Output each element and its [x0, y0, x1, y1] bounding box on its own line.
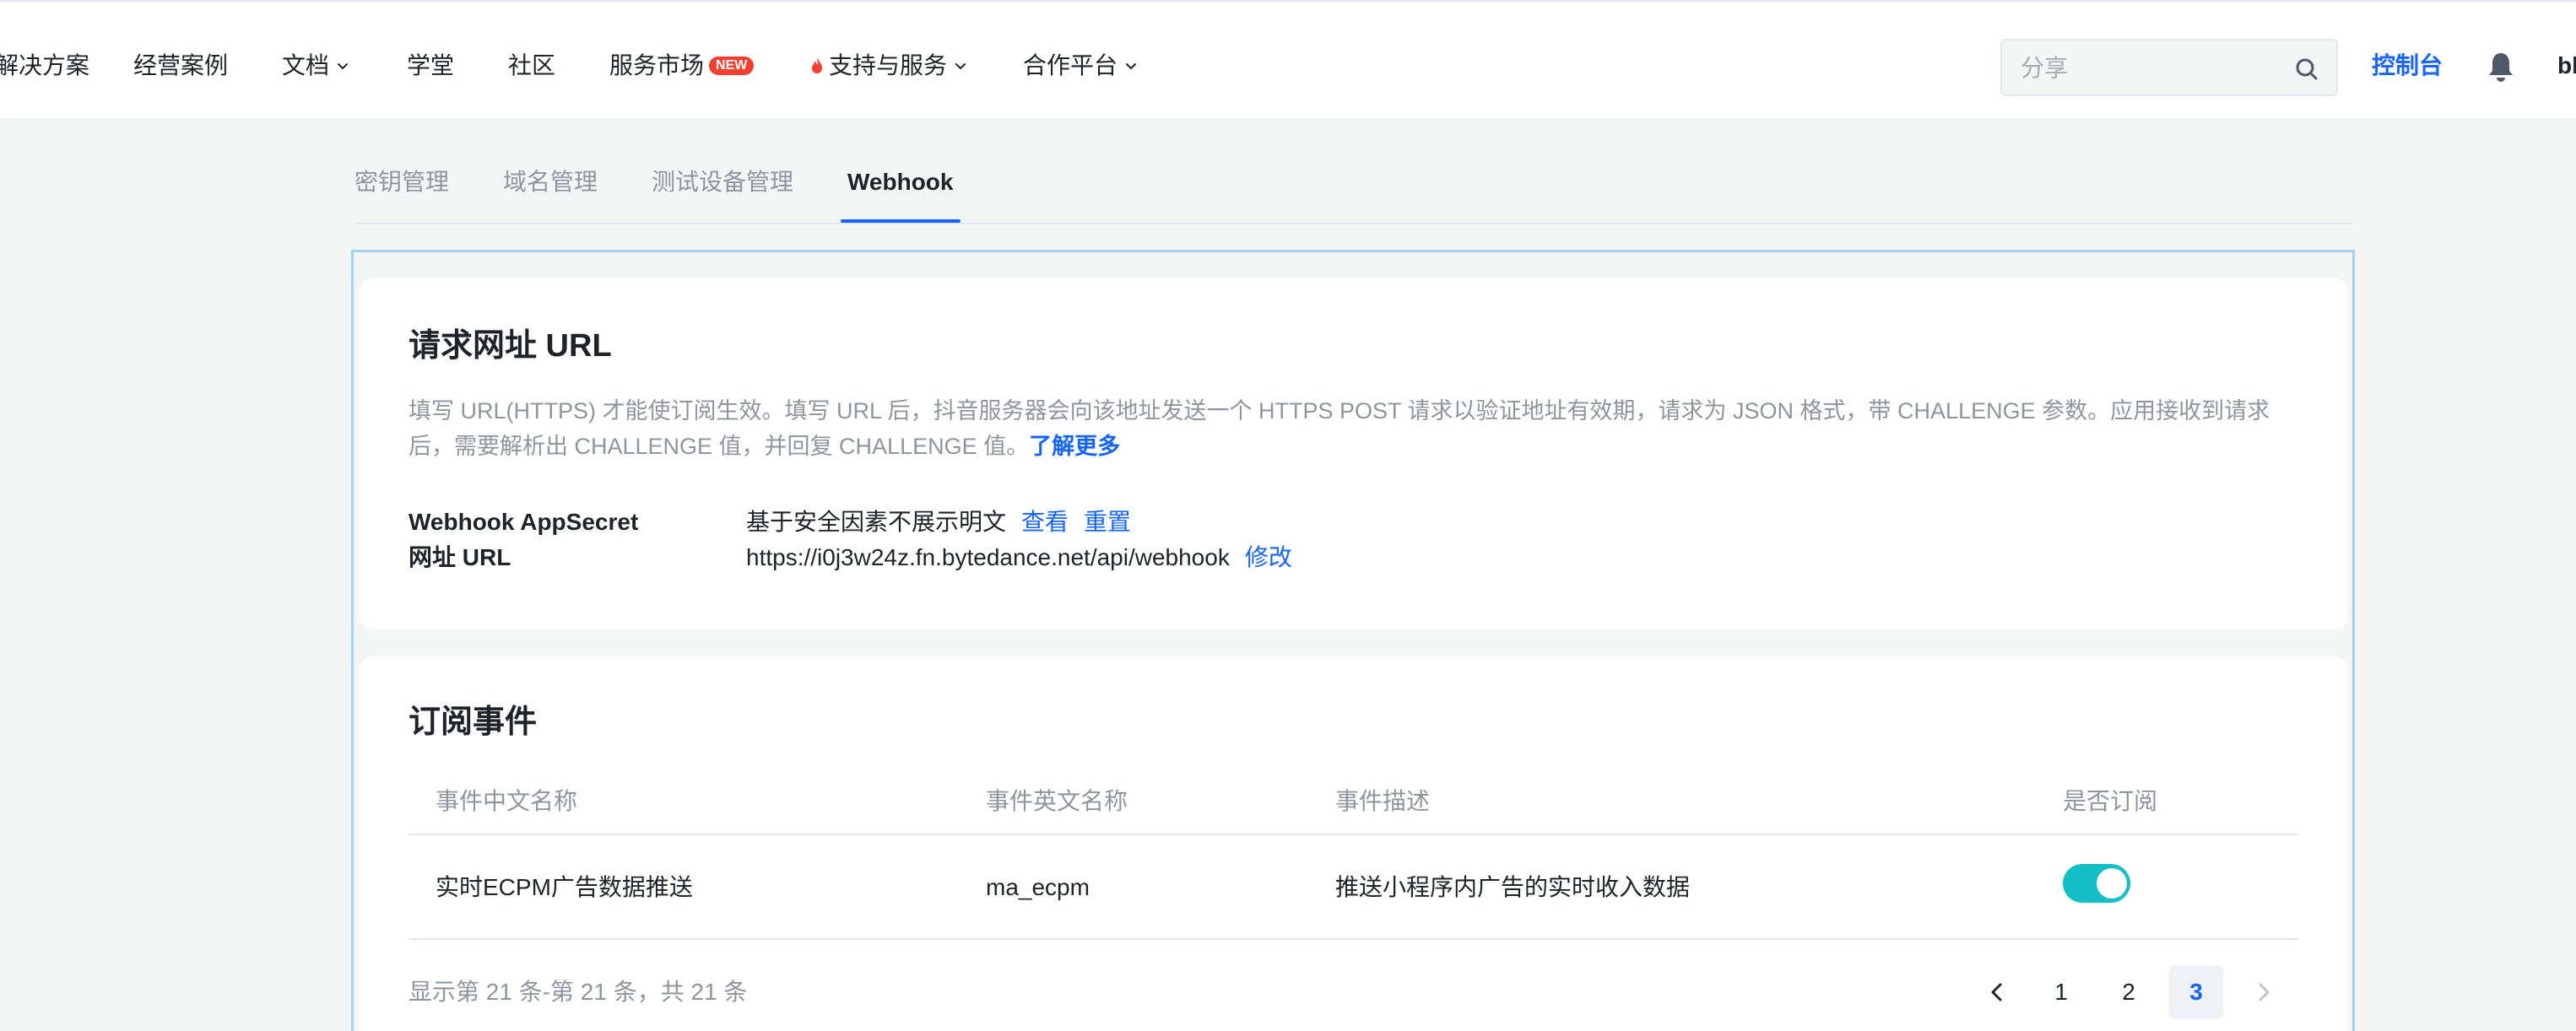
nav-service-market[interactable]: 服务市场 NEW — [609, 49, 755, 83]
nav-service-market-label: 服务市场 — [609, 52, 705, 78]
console-link[interactable]: 控制台 — [2372, 49, 2443, 83]
tab-domain-management[interactable]: 域名管理 — [503, 162, 598, 202]
edit-url-link[interactable]: 修改 — [1245, 540, 1292, 575]
webhook-url-label: 网址 URL — [409, 544, 511, 570]
toggle-knob — [2097, 868, 2127, 899]
nav-academy[interactable]: 学堂 — [407, 49, 454, 83]
nav-business-cases-label: 经营案例 — [133, 52, 229, 78]
top-navigation: 解决方案 经营案例 文档 学堂 社区 服务市场 NEW 支持与服务 合作平台 分… — [0, 0, 2576, 118]
chevron-right-icon — [2259, 983, 2270, 1001]
webhook-url-value: https://i0j3w24z.fn.bytedance.net/api/we… — [746, 544, 1230, 570]
page-2-button[interactable]: 2 — [2102, 965, 2156, 1019]
nav-community-label: 社区 — [508, 52, 556, 78]
appsecret-label: Webhook AppSecret — [409, 509, 639, 535]
request-url-title: 请求网址 URL — [409, 328, 612, 364]
fire-icon — [812, 57, 822, 73]
page-1-button[interactable]: 1 — [2034, 965, 2088, 1019]
nav-docs-label: 文档 — [282, 52, 330, 78]
tab-webhook[interactable]: Webhook — [847, 162, 953, 202]
chevron-down-icon — [338, 63, 349, 69]
view-secret-link[interactable]: 查看 — [1021, 505, 1069, 540]
tab-test-device-management[interactable]: 测试设备管理 — [652, 162, 793, 202]
column-header-cn-name: 事件中文名称 — [436, 788, 578, 814]
search-icon[interactable] — [2293, 56, 2320, 83]
column-header-description: 事件描述 — [1335, 788, 1431, 814]
nav-business-cases[interactable]: 经营案例 — [133, 49, 228, 83]
chevron-left-icon — [1991, 983, 2002, 1001]
nav-solutions[interactable]: 解决方案 — [0, 49, 89, 83]
nav-partner-platform-label: 合作平台 — [1023, 52, 1118, 78]
column-header-en-name: 事件英文名称 — [986, 788, 1128, 814]
pagination-info: 显示第 21 条-第 21 条，共 21 条 — [409, 979, 748, 1005]
appsecret-value-row: 基于安全因素不展示明文 查看 重置 — [746, 505, 1131, 540]
active-tab-indicator — [841, 219, 961, 223]
column-header-subscribed: 是否订阅 — [2063, 788, 2158, 814]
request-url-description: 填写 URL(HTTPS) 才能使订阅生效。填写 URL 后，抖音服务器会向该地… — [409, 393, 2299, 464]
search-box — [2000, 39, 2338, 96]
next-page-button[interactable] — [2237, 965, 2291, 1019]
user-name[interactable]: bl — [2557, 49, 2576, 83]
event-cn-name: 实时ECPM广告数据推送 — [436, 874, 693, 900]
page-3-button[interactable]: 3 — [2169, 965, 2223, 1019]
event-description: 推送小程序内广告的实时收入数据 — [1335, 874, 1691, 900]
nav-docs[interactable]: 文档 — [282, 49, 351, 83]
chevron-down-icon — [955, 63, 966, 69]
nav-community[interactable]: 社区 — [508, 49, 555, 83]
tab-key-management[interactable]: 密钥管理 — [354, 162, 449, 202]
table-row-divider — [409, 938, 2299, 940]
description-text: 填写 URL(HTTPS) 才能使订阅生效。填写 URL 后，抖音服务器会向该地… — [409, 398, 2270, 459]
prev-page-button[interactable] — [1970, 965, 2024, 1019]
table-header-divider — [409, 834, 2299, 835]
nav-solutions-label: 解决方案 — [0, 52, 90, 78]
bell-icon[interactable] — [2486, 51, 2516, 84]
chevron-down-icon — [1126, 63, 1137, 69]
new-badge: NEW — [709, 57, 755, 75]
search-input[interactable] — [2021, 49, 2282, 88]
nav-partner-platform[interactable]: 合作平台 — [1023, 49, 1139, 83]
subscribe-toggle[interactable] — [2063, 864, 2130, 903]
nav-support[interactable]: 支持与服务 — [809, 49, 969, 83]
webhook-url-value-row: https://i0j3w24z.fn.bytedance.net/api/we… — [746, 540, 1292, 575]
event-en-name: ma_ecpm — [986, 874, 1090, 900]
reset-secret-link[interactable]: 重置 — [1084, 505, 1131, 540]
subscribed-events-title: 订阅事件 — [409, 704, 538, 740]
settings-tabs: 密钥管理 域名管理 测试设备管理 Webhook — [354, 152, 2353, 224]
learn-more-link[interactable]: 了解更多 — [1029, 434, 1120, 459]
nav-support-label: 支持与服务 — [829, 52, 948, 78]
app-frame: 解决方案 经营案例 文档 学堂 社区 服务市场 NEW 支持与服务 合作平台 分… — [0, 0, 2576, 1031]
nav-academy-label: 学堂 — [407, 52, 455, 78]
appsecret-value: 基于安全因素不展示明文 — [746, 509, 1007, 535]
